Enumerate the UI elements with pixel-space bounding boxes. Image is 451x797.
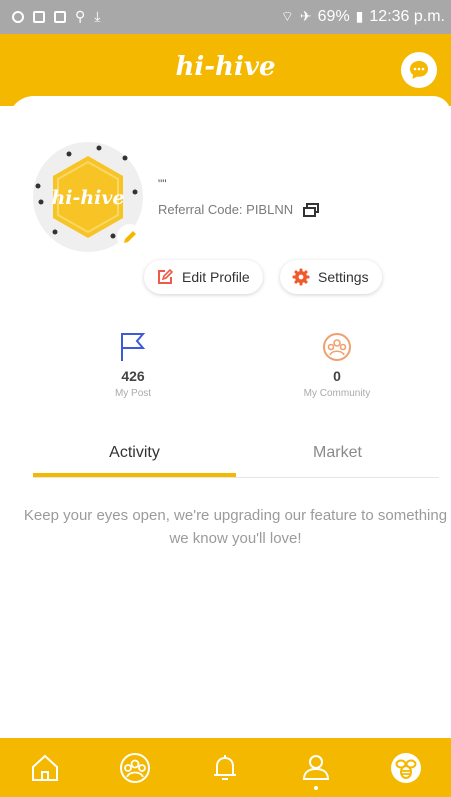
edit-profile-button[interactable]: Edit Profile — [144, 260, 263, 294]
active-indicator — [313, 785, 318, 790]
avatar-logo-text: hi-hive — [51, 187, 124, 209]
flag-icon — [121, 333, 146, 361]
copy-icon[interactable] — [303, 202, 320, 217]
my-community-stat[interactable]: 0 My Community — [277, 330, 397, 399]
upgrade-notice: Keep your eyes open, we're upgrading our… — [23, 507, 448, 547]
bell-icon — [214, 754, 237, 780]
tab-market[interactable]: Market — [236, 438, 439, 477]
nav-notifications[interactable] — [203, 746, 247, 790]
gear-icon — [292, 268, 310, 286]
clock: 12:36 p.m. — [369, 8, 445, 25]
tab-activity[interactable]: Activity — [33, 438, 236, 477]
profile-tabs: Activity Market — [33, 438, 439, 478]
screen-icon — [54, 11, 66, 23]
airplane-icon: ✈ — [299, 9, 312, 25]
gallery-icon — [33, 11, 45, 23]
nav-home[interactable] — [23, 746, 67, 790]
battery-level: 69% — [317, 8, 350, 25]
status-icons-left: ⚲ ⤓ — [12, 9, 100, 25]
whatsapp-icon — [12, 11, 24, 23]
edit-profile-label: Edit Profile — [182, 269, 250, 285]
brand-logo: hi-hive — [175, 52, 276, 82]
chat-button[interactable] — [401, 52, 437, 88]
community-icon — [120, 752, 151, 783]
my-post-stat[interactable]: 426 My Post — [73, 330, 193, 399]
referral-row: Referral Code: PIBLNN — [158, 202, 320, 217]
person-icon: ⚲ — [75, 9, 86, 25]
settings-label: Settings — [318, 269, 369, 285]
battery-icon: ▮ — [355, 9, 364, 25]
my-community-count: 0 — [333, 368, 341, 384]
bottom-nav — [0, 738, 451, 797]
wifi-icon: ⌔ — [280, 9, 294, 25]
my-community-label: My Community — [303, 388, 371, 399]
nav-hive[interactable] — [384, 746, 428, 790]
community-icon — [323, 333, 351, 361]
home-icon — [32, 754, 59, 781]
download-icon: ⤓ — [94, 9, 101, 25]
my-post-label: My Post — [114, 388, 152, 399]
status-icons-right: ⌔ ✈ 69% ▮ 12:36 p.m. — [281, 8, 445, 26]
chat-bubble-icon — [410, 61, 428, 79]
profile-icon — [302, 754, 329, 780]
nav-community[interactable] — [113, 746, 157, 790]
referral-code: Referral Code: PIBLNN — [158, 202, 294, 217]
edit-icon — [158, 268, 174, 284]
status-bar: ⚲ ⤓ ⌔ ✈ 69% ▮ 12:36 p.m. — [0, 0, 451, 34]
my-post-count: 426 — [121, 368, 145, 384]
pencil-icon — [124, 231, 136, 243]
bee-icon — [390, 752, 421, 783]
avatar-edit-button[interactable] — [117, 224, 143, 250]
nav-profile[interactable] — [294, 746, 338, 790]
username: "" — [158, 177, 167, 191]
settings-button[interactable]: Settings — [280, 260, 382, 294]
